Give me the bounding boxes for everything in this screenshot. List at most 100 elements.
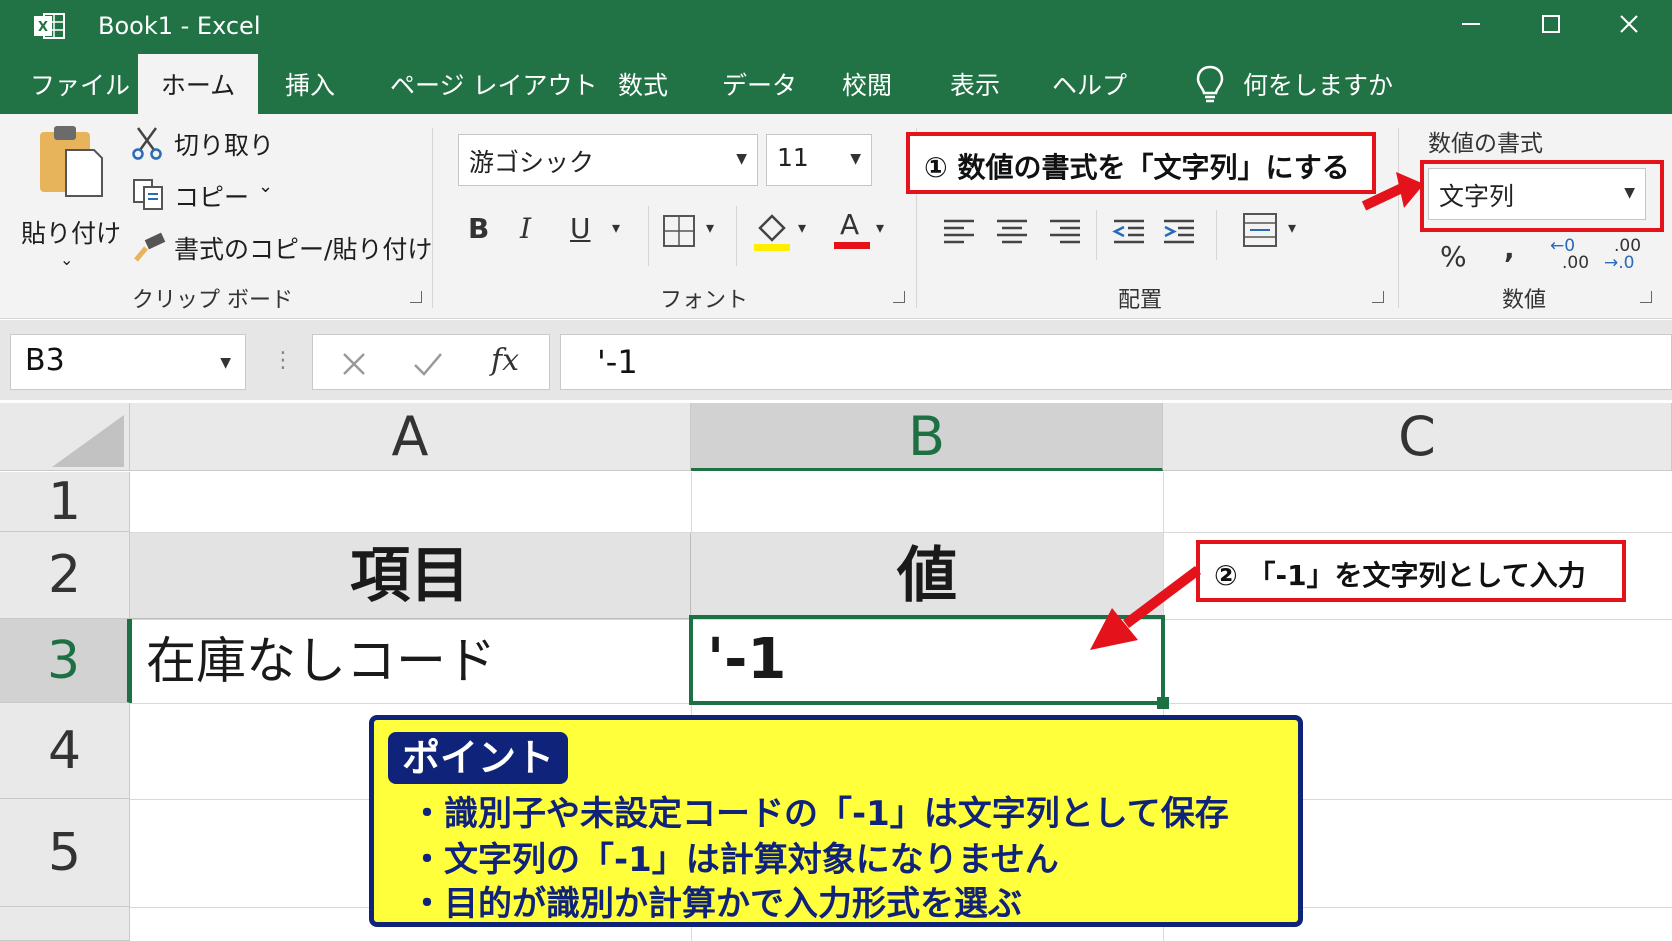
minimize-button[interactable] [1446, 8, 1496, 44]
align-right-icon[interactable] [1048, 218, 1082, 246]
point-item: ・目的が識別か計算かで入力形式を選ぶ [410, 884, 1022, 924]
tab-formulas[interactable]: 数式 [618, 66, 668, 100]
font-launcher-icon[interactable] [893, 291, 905, 303]
window-title: Book1 - Excel [98, 12, 261, 40]
merge-chevron-icon[interactable]: ▾ [1288, 218, 1296, 237]
format-painter-button[interactable]: 書式のコピー/貼り付け [132, 228, 432, 268]
maximize-button[interactable] [1526, 8, 1576, 44]
paste-icon [40, 126, 103, 197]
insert-function-button[interactable]: fx [491, 343, 519, 378]
ribbon-tabs: ファイル ホーム 挿入 ページ レイアウト 数式 データ 校閲 表示 ヘルプ 何… [0, 52, 1672, 114]
formula-content: '-1 [597, 343, 638, 381]
paste-label: 貼り付け [21, 219, 122, 248]
tab-view[interactable]: 表示 [950, 66, 1000, 100]
divider [648, 206, 649, 266]
cell-a3[interactable]: 在庫なしコード [130, 619, 691, 703]
copy-chevron-icon: ⌄ [258, 176, 274, 197]
point-item: ・文字列の「-1」は計算対象になりません [410, 840, 1059, 880]
fill-color-icon[interactable] [752, 210, 792, 252]
callout-step2: ② 「-1」を文字列として入力 [1196, 540, 1626, 602]
tell-me-label: 何をしますか [1243, 71, 1394, 100]
row-header-3[interactable]: 3 [0, 619, 130, 703]
row-header-4[interactable]: 4 [0, 703, 130, 799]
formula-buttons: fx [312, 334, 550, 390]
borders-icon[interactable] [662, 214, 696, 248]
row-header-2[interactable]: 2 [0, 532, 130, 619]
font-size-dropdown[interactable]: 11 ▼ [766, 134, 872, 186]
tab-help[interactable]: ヘルプ [1052, 66, 1127, 100]
increase-decimal-button[interactable]: ←0 .00 [1550, 238, 1594, 278]
decrease-decimal-button[interactable]: .00 →.0 [1604, 238, 1648, 278]
decrease-indent-icon[interactable] [1112, 218, 1146, 246]
format-painter-label: 書式のコピー/貼り付け [174, 235, 433, 264]
enter-check-icon[interactable] [413, 351, 443, 377]
bold-button[interactable]: B [468, 212, 489, 245]
lightbulb-icon [1196, 65, 1224, 103]
formula-bar-grip-icon: ⋮ [272, 348, 294, 373]
format-painter-icon [134, 232, 166, 262]
align-center-icon[interactable] [995, 218, 1029, 246]
tab-data[interactable]: データ [722, 66, 797, 100]
clipboard-launcher-icon[interactable] [410, 291, 422, 303]
decrease-decimal-bottom: →.0 [1604, 253, 1635, 273]
select-all-button[interactable] [0, 403, 130, 471]
merge-center-icon[interactable] [1242, 212, 1278, 248]
font-name-value: 游ゴシック [469, 148, 595, 177]
alignment-launcher-icon[interactable] [1372, 291, 1384, 303]
font-name-dropdown[interactable]: 游ゴシック ▼ [458, 134, 758, 186]
copy-button[interactable]: コピー ⌄ [132, 176, 292, 216]
fill-chevron-icon[interactable]: ▾ [798, 218, 806, 237]
tab-page-layout[interactable]: ページ レイアウト [390, 66, 597, 100]
arrow-left-down-icon [1090, 566, 1201, 650]
arrow-right-icon [1361, 172, 1424, 211]
fill-handle[interactable] [1157, 697, 1169, 709]
close-button[interactable] [1604, 8, 1654, 44]
column-header-a[interactable]: A [130, 403, 691, 471]
formula-bar: B3 ▼ ⋮ fx '-1 [0, 320, 1672, 400]
tab-insert[interactable]: 挿入 [285, 66, 335, 100]
tell-me-box[interactable]: 何をしますか [1195, 64, 1393, 104]
tab-review[interactable]: 校閲 [842, 66, 892, 100]
tab-file[interactable]: ファイル [30, 66, 130, 100]
chevron-down-icon: ▼ [736, 151, 747, 167]
divider [736, 206, 737, 266]
percent-style-button[interactable]: % [1440, 240, 1467, 273]
comma-style-button[interactable]: , [1504, 232, 1515, 265]
clipboard-group-label: クリップ ボード [132, 288, 293, 313]
group-separator [432, 128, 433, 308]
number-launcher-icon[interactable] [1640, 291, 1652, 303]
number-format-highlight [1420, 160, 1664, 232]
font-color-chevron-icon[interactable]: ▾ [876, 218, 884, 237]
point-box: ポイント ・識別子や未設定コードの「-1」は文字列として保存 ・文字列の「-1」… [369, 715, 1303, 927]
italic-button[interactable]: I [520, 212, 531, 245]
cell-a2[interactable]: 項目 [130, 533, 691, 619]
copy-label: コピー [174, 183, 250, 212]
svg-text:X: X [38, 20, 48, 35]
name-box-value: B3 [25, 343, 65, 378]
font-color-button[interactable]: A [834, 208, 870, 250]
row-header-6[interactable] [0, 907, 130, 941]
formula-input[interactable]: '-1 [560, 334, 1672, 390]
cut-button[interactable]: 切り取り [132, 124, 292, 164]
borders-chevron-icon[interactable]: ▾ [706, 218, 714, 237]
divider [1096, 210, 1097, 260]
number-format-label: 数値の書式 [1428, 131, 1543, 157]
increase-indent-icon[interactable] [1162, 218, 1196, 246]
cut-label: 切り取り [174, 131, 275, 160]
font-size-value: 11 [777, 143, 809, 172]
font-color-letter: A [840, 208, 860, 241]
column-header-c[interactable]: C [1163, 403, 1672, 471]
align-left-icon[interactable] [942, 218, 976, 246]
name-box[interactable]: B3 ▼ [10, 334, 246, 390]
point-title: ポイント [388, 732, 569, 784]
chevron-down-icon: ▼ [850, 151, 861, 167]
underline-chevron-icon[interactable]: ▾ [612, 218, 620, 237]
row-header-5[interactable]: 5 [0, 799, 130, 907]
close-icon [1620, 15, 1638, 33]
row-header-1[interactable]: 1 [0, 472, 130, 532]
tab-home[interactable]: ホーム [138, 54, 258, 114]
paste-button[interactable]: 貼り付け ⌄ [18, 124, 122, 284]
cancel-icon[interactable] [341, 351, 367, 377]
column-header-b[interactable]: B [691, 403, 1163, 471]
underline-button[interactable]: U [570, 212, 591, 245]
